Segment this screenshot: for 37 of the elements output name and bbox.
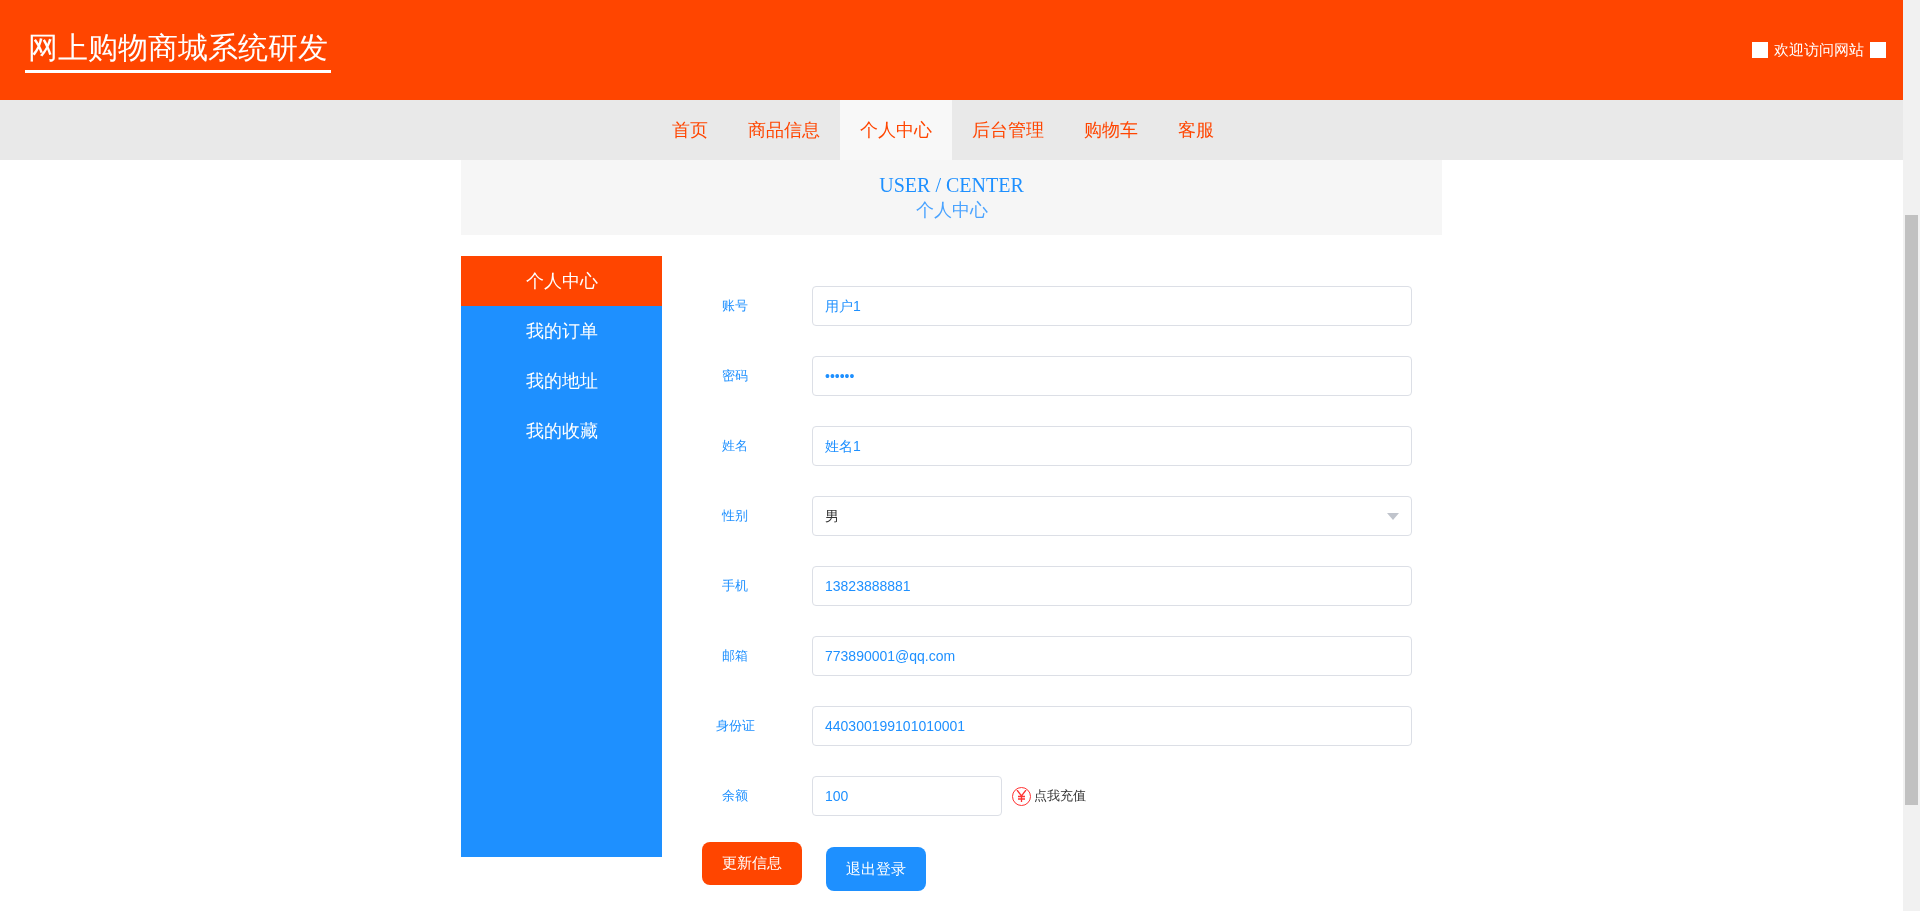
field-label: 账号 [721,297,749,316]
input-field[interactable]: 100 [812,776,1002,816]
site-title: 网上购物商城系统研发 [25,27,331,73]
input-field[interactable]: 13823888881 [812,566,1412,606]
input-field[interactable]: 440300199101010001 [812,706,1412,746]
logout-button[interactable]: 退出登录 [826,847,926,891]
banner-chinese-title: 个人中心 [915,198,988,222]
nav-tab[interactable]: 后台管理 [951,100,1064,160]
sidebar-item[interactable]: 我的收藏 [461,406,662,456]
nav-tab[interactable]: 客服 [1157,100,1234,160]
square-icon [1752,42,1768,58]
field-label: 密码 [721,367,749,386]
nav-tab[interactable]: 商品信息 [727,100,840,160]
square-icon [1870,42,1886,58]
sidebar-item[interactable]: 我的订单 [461,306,662,356]
field-label: 邮箱 [721,647,749,666]
caret-icon [1387,512,1399,520]
field-label: 手机 [721,577,749,596]
field-label: 余额 [721,787,749,806]
welcome-text: 欢迎访问网站 [1774,39,1864,60]
field-label: 性别 [721,507,749,526]
nav-tab[interactable]: 个人中心 [839,100,952,160]
sidebar-item[interactable]: 我的地址 [461,356,662,406]
nav-tab[interactable]: 首页 [651,100,728,160]
sidebar-item[interactable]: 个人中心 [461,256,662,306]
input-field[interactable]: •••••• [812,356,1412,396]
recharge-link[interactable]: 点我充值 [1012,786,1086,806]
field-label: 姓名 [721,437,749,456]
input-field[interactable]: 773890001@qq.com [812,636,1412,676]
input-field[interactable]: 用户1 [812,286,1412,326]
nav-tab[interactable]: 购物车 [1063,100,1158,160]
input-field[interactable]: 姓名1 [812,426,1412,466]
gender-select[interactable]: 男 [812,496,1412,536]
field-label: 身份证 [714,717,756,736]
banner-english-title: USER / CENTER [879,172,1024,197]
update-info-button[interactable]: 更新信息 [702,842,802,885]
scrollbar-thumb[interactable] [1905,215,1918,805]
